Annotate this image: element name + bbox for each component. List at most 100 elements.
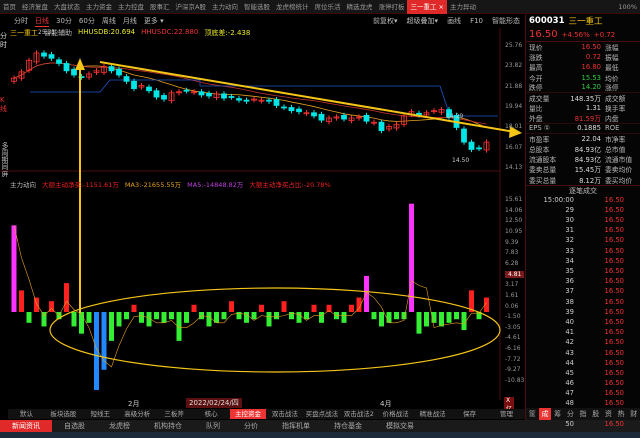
indicator-tab[interactable]: 双击战法: [266, 409, 303, 419]
indicator-tab[interactable]: 板块选股: [45, 409, 82, 419]
chart-tool-button[interactable]: F10: [470, 17, 483, 25]
tick-list[interactable]: 15:00:00 16.50 29 16.50 30 16.50 31 16.50 32 16.5…: [526, 195, 640, 429]
nav-tab[interactable]: 主力控盘: [115, 0, 147, 14]
candle: [476, 147, 482, 150]
period-tab[interactable]: 周线: [102, 16, 116, 26]
side-tab[interactable]: 筹: [551, 408, 564, 420]
nav-tab[interactable]: 智能选股: [241, 0, 273, 14]
chart-tool-button[interactable]: 超级叠加▾: [407, 16, 439, 26]
flow-tick: -7.72: [505, 355, 521, 363]
nav-tab[interactable]: 股事汇: [147, 0, 173, 14]
period-tab[interactable]: 30分: [56, 16, 72, 26]
side-tab[interactable]: 成: [538, 408, 552, 420]
nav-tab[interactable]: 主力动向: [209, 0, 241, 14]
flow-bar: [424, 312, 429, 327]
bottom-tab[interactable]: 模拟交易: [374, 420, 426, 432]
quote-value: 15.45万: [574, 166, 601, 175]
flow-bar: [86, 312, 92, 323]
price-tick: 21.88: [505, 82, 523, 90]
indicator-tab[interactable]: 精准战法: [414, 409, 451, 419]
nav-tab[interactable]: 经济复盘: [19, 0, 51, 14]
tick-row: 32 16.50: [526, 235, 640, 245]
chart-tool-button[interactable]: 智能形态: [492, 16, 520, 26]
side-tab[interactable]: 筐: [526, 408, 539, 420]
flow-bar: [71, 312, 77, 327]
flow-bar: [379, 312, 384, 327]
indicator-tab[interactable]: 买盘点战法: [303, 409, 340, 419]
indicator-tab[interactable]: 价格战法: [377, 409, 414, 419]
period-tab[interactable]: 日线: [35, 16, 49, 27]
tick-price: 16.50: [604, 419, 624, 428]
flow-bar: [454, 312, 459, 320]
side-tab[interactable]: 资: [602, 408, 615, 420]
indicator-tab[interactable]: 默认: [8, 409, 45, 419]
flow-bar: [341, 312, 347, 323]
bottom-tab[interactable]: 龙虎榜: [97, 420, 142, 432]
nav-tab[interactable]: 龙虎榜统计: [273, 0, 312, 14]
nav-tab[interactable]: 精选龙虎: [343, 0, 375, 14]
quote-value: 84.93亿: [574, 145, 601, 154]
price-annotation-high: 25.31: [38, 29, 55, 36]
chart-tool-button[interactable]: 画线: [447, 16, 461, 26]
side-tab[interactable]: 热: [615, 408, 628, 420]
period-tab[interactable]: 60分: [79, 16, 95, 26]
bottom-tab[interactable]: 指挥机单: [270, 420, 322, 432]
bottom-tab[interactable]: 机构持仓: [142, 420, 194, 432]
nav-tab[interactable]: 主力资金: [83, 0, 115, 14]
period-tab[interactable]: 更多 ▾: [144, 16, 164, 26]
side-tab[interactable]: 指: [577, 408, 590, 420]
tick-time: 50: [565, 419, 574, 428]
indicator-tab[interactable]: 保存: [451, 409, 488, 419]
bottom-tab[interactable]: 分价: [232, 420, 270, 432]
candle: [161, 95, 167, 100]
tick-price: 16.50: [604, 246, 624, 255]
nav-tab[interactable]: 席位乐活: [311, 0, 343, 14]
indicator-tab[interactable]: 三板斧: [156, 409, 193, 419]
bottom-tab[interactable]: 队列: [194, 420, 232, 432]
flow-bar: [244, 312, 249, 323]
quote-value: 84.93亿: [574, 156, 601, 165]
nav-tab[interactable]: 主力异动: [447, 0, 479, 14]
tick-price: 16.50: [604, 399, 624, 408]
flow-bar: [349, 304, 354, 312]
side-tab[interactable]: 财: [627, 408, 640, 420]
nav-tab[interactable]: 沪深京A股: [173, 0, 209, 14]
quote-label: 今开: [529, 74, 543, 83]
nav-tab[interactable]: 三一重工 ×: [407, 0, 447, 14]
indicator-tab[interactable]: 核心: [193, 409, 230, 419]
chart-tool-button[interactable]: 前复权▾: [373, 16, 398, 26]
indicator-tab[interactable]: 主控资金: [229, 409, 267, 419]
side-tab[interactable]: 股: [589, 408, 602, 420]
candle: [228, 96, 235, 98]
quote-table: 现价 16.50 涨幅 涨跌 0.72 振幅 最高 16.80 最低 今开 15.53 均价 跌停 14.…: [526, 42, 640, 185]
tick-time: 35: [565, 267, 574, 276]
flow-tick: -4.61: [505, 334, 521, 342]
indicator-tab[interactable]: 管理: [488, 409, 525, 419]
quote-value: 14.20: [581, 83, 601, 92]
side-tab[interactable]: 分: [564, 408, 577, 420]
indicator-tab[interactable]: 高级分析: [119, 409, 156, 419]
zoom-level[interactable]: 100%: [615, 0, 640, 14]
flow-bar: [19, 290, 24, 312]
stock-title: 三一重工: [568, 17, 603, 27]
period-tab[interactable]: 月线: [123, 16, 137, 26]
chart-canvas[interactable]: 25.31 14.29 14.50: [0, 28, 525, 400]
nav-tab[interactable]: 首页: [0, 0, 19, 14]
candle: [281, 106, 287, 109]
flow-bar: [79, 312, 84, 334]
quote-label-right: 内盘: [605, 114, 619, 123]
bottom-tab[interactable]: 新闻资讯: [0, 420, 52, 432]
nav-tab[interactable]: 大盘状态: [51, 0, 83, 14]
candle: [116, 68, 122, 76]
indicator-tab[interactable]: 短线王: [82, 409, 119, 419]
candle: [56, 59, 62, 64]
tick-price: 16.50: [604, 267, 624, 276]
bottom-tab[interactable]: 持仓基金: [322, 420, 374, 432]
period-tab[interactable]: 分时: [14, 16, 28, 26]
quote-row: 流通股本 84.93亿 流通市值: [526, 154, 640, 164]
tick-row: 42 16.50: [526, 337, 640, 347]
flow-tick: -9.27: [505, 366, 521, 374]
bottom-tab[interactable]: 自选股: [52, 420, 97, 432]
nav-tab[interactable]: 涨停打板: [375, 0, 407, 14]
indicator-tab[interactable]: 双击战法2: [340, 409, 377, 419]
